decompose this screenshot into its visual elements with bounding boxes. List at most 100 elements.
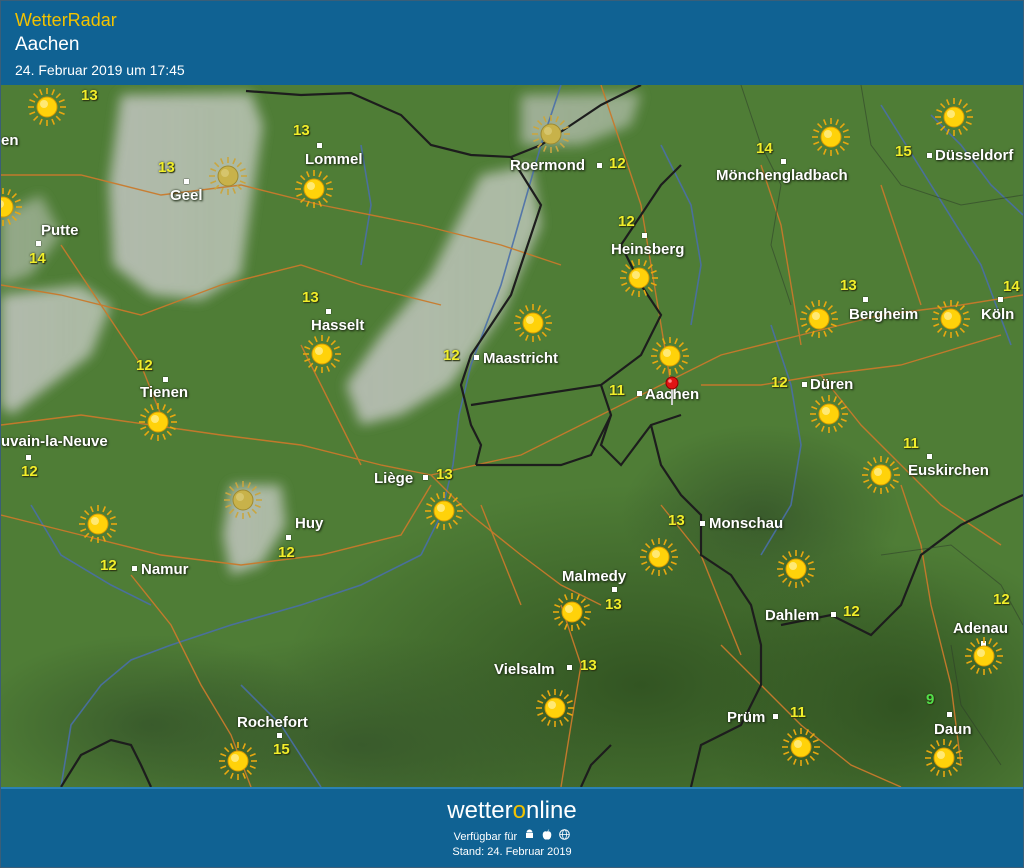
- sun-icon: [797, 297, 841, 341]
- city-label-louvain: uvain-la-Neuve: [1, 433, 108, 450]
- temp-putte: 14: [29, 250, 46, 267]
- sun-icon: [422, 489, 466, 533]
- city-dot-malmedy: [612, 587, 617, 592]
- city-dot-namur: [132, 566, 137, 571]
- temp-rochefort: 15: [273, 741, 290, 758]
- sun-icon: [859, 453, 903, 497]
- sun-icon: [617, 256, 661, 300]
- city-label-geel: Geel: [170, 187, 203, 204]
- sun-icon: [929, 297, 973, 341]
- location-title: Aachen: [15, 34, 80, 55]
- city-dot-hasselt: [326, 309, 331, 314]
- city-label-dueren: Düren: [810, 376, 854, 393]
- apple-icon[interactable]: [542, 829, 552, 843]
- sun-icon: [962, 634, 1006, 678]
- forecast-datetime: 24. Februar 2019 um 17:45: [15, 62, 185, 78]
- temp-huy: 12: [278, 544, 295, 561]
- sun-icon: [529, 112, 573, 156]
- city-dot-liege: [423, 475, 428, 480]
- city-dot-putte: [36, 241, 41, 246]
- availability-text: Verfügbar für: [453, 831, 518, 843]
- footer: wetteronline Verfügbar für Stand: 24. Fe…: [1, 787, 1023, 867]
- city-dot-koeln: [998, 297, 1003, 302]
- temp-euskirchen: 11: [903, 435, 919, 452]
- temp-top-left: 13: [81, 87, 98, 104]
- city-label-moenchengladbach: Mönchengladbach: [716, 167, 848, 184]
- availability: Verfügbar für: [1, 829, 1023, 843]
- temp-aachen: 11: [609, 382, 625, 399]
- sun-icon: [932, 95, 976, 139]
- city-dot-pruem: [773, 714, 778, 719]
- city-dot-dueren: [802, 382, 807, 387]
- web-icon[interactable]: [559, 829, 571, 843]
- city-dot-geel: [184, 179, 189, 184]
- city-dot-aachen: [637, 391, 642, 396]
- city-dot-heinsberg: [642, 233, 647, 238]
- city-dot-louvain: [26, 455, 31, 460]
- city-dot-moenchengladbach: [781, 159, 786, 164]
- sun-icon: [1, 185, 25, 229]
- weather-map[interactable]: Lommel Geel Roermond Mönchengladbach Düs…: [1, 85, 1023, 787]
- temp-adenau: 12: [993, 591, 1010, 608]
- city-label-euskirchen: Euskirchen: [908, 462, 989, 479]
- city-label-malmedy: Malmedy: [562, 568, 627, 585]
- temp-bergheim: 13: [840, 277, 857, 294]
- brand-logo[interactable]: wetteronline: [1, 797, 1023, 825]
- city-label-roermond: Roermond: [510, 157, 585, 174]
- brand-o: o: [512, 797, 526, 824]
- sun-icon: [206, 154, 250, 198]
- sun-icon: [550, 590, 594, 634]
- sun-icon: [300, 332, 344, 376]
- sun-icon: [76, 502, 120, 546]
- city-dot-maastricht: [474, 355, 479, 360]
- temp-vielsalm: 13: [580, 657, 597, 674]
- brand-post: nline: [526, 797, 577, 824]
- temp-roermond: 12: [609, 155, 626, 172]
- sun-icon: [774, 547, 818, 591]
- android-icon[interactable]: [524, 829, 535, 843]
- sun-icon: [807, 392, 851, 436]
- sun-icon: [221, 478, 265, 522]
- city-label-bergheim: Bergheim: [849, 306, 919, 323]
- city-label-duesseldorf: Düsseldorf: [935, 147, 1014, 164]
- location-pin-icon[interactable]: [665, 376, 679, 406]
- header: WetterRadar Aachen 24. Februar 2019 um 1…: [1, 1, 1023, 85]
- city-dot-tienen: [163, 377, 168, 382]
- sun-icon: [648, 334, 692, 378]
- temp-geel: 13: [158, 159, 175, 176]
- city-label-maastricht: Maastricht: [483, 350, 559, 367]
- city-label-putte: Putte: [41, 222, 79, 239]
- temp-lommel: 13: [293, 122, 310, 139]
- city-label-pruem: Prüm: [727, 709, 766, 726]
- city-dot-euskirchen: [927, 454, 932, 459]
- city-label-tienen: Tienen: [140, 384, 189, 401]
- city-label-huy: Huy: [295, 515, 324, 532]
- city-dot-bergheim: [863, 297, 868, 302]
- temp-dueren: 12: [771, 374, 788, 391]
- sun-icon: [809, 115, 853, 159]
- city-dot-monschau: [700, 521, 705, 526]
- sun-icon: [637, 535, 681, 579]
- sun-icon: [292, 167, 336, 211]
- city-label-monschau: Monschau: [709, 515, 784, 532]
- city-dot-dahlem: [831, 612, 836, 617]
- city-label-dahlem: Dahlem: [765, 607, 820, 624]
- city-dot-daun: [947, 712, 952, 717]
- temp-namur: 12: [100, 557, 117, 574]
- sun-icon: [136, 400, 180, 444]
- sun-icon: [216, 739, 260, 783]
- sun-icon: [25, 85, 69, 129]
- temp-hasselt: 13: [302, 289, 319, 306]
- city-dot-huy: [286, 535, 291, 540]
- city-dot-lommel: [317, 143, 322, 148]
- temp-liege: 13: [436, 466, 453, 483]
- city-dot-roermond: [597, 163, 602, 168]
- sun-icon: [533, 686, 577, 730]
- temp-dahlem: 12: [843, 603, 860, 620]
- app-frame: WetterRadar Aachen 24. Februar 2019 um 1…: [0, 0, 1024, 868]
- temp-monschau: 13: [668, 512, 685, 529]
- sun-icon: [922, 736, 966, 780]
- city-label-rochefort: Rochefort: [237, 714, 308, 731]
- temp-daun: 9: [926, 691, 935, 708]
- brand-pre: wetter: [447, 797, 513, 824]
